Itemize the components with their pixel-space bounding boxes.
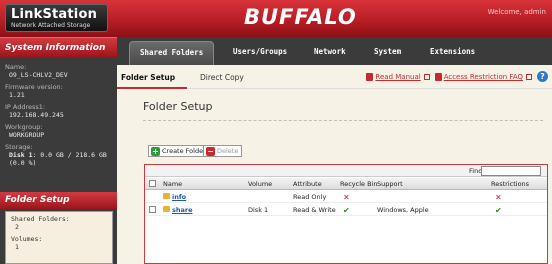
folder-attribute: Read & Write: [293, 206, 336, 214]
col-support[interactable]: Support: [377, 180, 403, 188]
external-link-icon: [423, 73, 430, 80]
system-info-panel: Name: O9_LS-CHLV2_DEV Firmware version: …: [0, 57, 117, 169]
find-bar: Find: [145, 165, 547, 177]
pdf-icon: [366, 72, 374, 81]
col-restrictions[interactable]: Restrictions: [491, 180, 529, 188]
sidebar: System Information Name: O9_LS-CHLV2_DEV…: [0, 37, 117, 264]
folder-volume: Disk 1: [248, 206, 269, 214]
storage-disk: Disk 1: [9, 151, 33, 159]
firmware-value: 1.21: [9, 91, 25, 99]
shared-folders-label: Shared Folders:: [11, 215, 70, 223]
delete-label: Delete: [217, 147, 239, 155]
ip-value: 192.168.49.245: [9, 111, 64, 119]
main-content: Folder Setup Direct Copy Read Manual Acc…: [117, 65, 552, 264]
col-recycle-bin[interactable]: Recycle Bin: [340, 180, 377, 188]
access-faq-link[interactable]: Access Restriction FAQ: [444, 73, 523, 81]
name-value: O9_LS-CHLV2_DEV: [9, 71, 68, 79]
create-folder-button[interactable]: + Create Folder: [148, 145, 210, 157]
volumes-label: Volumes:: [11, 235, 43, 243]
folder-setup-heading: Folder Setup: [0, 192, 117, 209]
shared-folders-value: 2: [15, 223, 19, 231]
storage-label: Storage:: [5, 143, 33, 151]
nav-extensions[interactable]: Extensions: [430, 47, 475, 56]
logo-sub-text: Network Attached Storage: [11, 22, 91, 29]
col-volume[interactable]: Volume: [248, 180, 272, 188]
select-all-checkbox[interactable]: [149, 180, 156, 187]
cross-icon: ✕: [495, 193, 502, 202]
nav-network[interactable]: Network: [314, 47, 346, 56]
welcome-text: Welcome, admin: [487, 8, 546, 16]
folder-icon: [163, 206, 170, 212]
table-row[interactable]: share Disk 1 Read & Write ✔ Windows, App…: [145, 204, 547, 216]
row-checkbox[interactable]: [149, 206, 156, 213]
nav-system[interactable]: System: [374, 47, 401, 56]
system-info-heading: System Information: [0, 37, 117, 57]
folder-support: Windows, Apple: [377, 206, 429, 214]
buffalo-brand: BUFFALO: [244, 5, 357, 29]
folder-name-link[interactable]: info: [172, 193, 186, 201]
check-icon: ✔: [343, 206, 350, 215]
logo-main-text: LinkStation: [11, 7, 98, 22]
active-tab-underline: [117, 87, 187, 89]
volumes-value: 1: [15, 243, 19, 251]
nav-shared-folders[interactable]: Shared Folders: [129, 41, 215, 65]
page-title: Folder Setup: [143, 100, 213, 113]
col-attribute[interactable]: Attribute: [293, 180, 322, 188]
help-icon[interactable]: ?: [537, 71, 548, 82]
sub-nav: Folder Setup Direct Copy Read Manual Acc…: [117, 65, 552, 89]
plus-icon: +: [151, 147, 160, 156]
nav-users-groups[interactable]: Users/Groups: [233, 47, 287, 56]
firmware-label: Firmware version:: [5, 83, 63, 91]
folder-icon: [163, 193, 170, 199]
shared-folders-table: Find Name Volume Attribute Recycle Bin S…: [144, 164, 548, 264]
col-name[interactable]: Name: [163, 180, 182, 188]
workgroup-value: WORKGROUP: [9, 131, 45, 139]
check-icon: ✔: [495, 206, 502, 215]
cross-icon: ✕: [343, 193, 350, 202]
folder-summary-box: Shared Folders: 2 Volumes: 1: [5, 211, 113, 264]
linkstation-logo: LinkStation Network Attached Storage: [5, 4, 108, 32]
find-input[interactable]: [481, 166, 541, 176]
folder-attribute: Read Only: [293, 193, 327, 201]
table-row[interactable]: info Read Only ✕ ✕: [145, 191, 547, 203]
table-header: Name Volume Attribute Recycle Bin Suppor…: [145, 178, 547, 190]
name-label: Name:: [5, 63, 27, 71]
storage-value: Disk 1: 0.0 GB / 218.6 GB: [5, 151, 112, 159]
help-links: Read Manual Access Restriction FAQ ?: [364, 71, 548, 82]
minus-icon: −: [206, 147, 215, 156]
external-link-icon: [526, 73, 532, 80]
tab-direct-copy[interactable]: Direct Copy: [200, 73, 244, 82]
read-manual-link[interactable]: Read Manual: [375, 73, 420, 81]
folder-name-link[interactable]: share: [172, 206, 193, 214]
storage-percent: (0.0 %): [9, 159, 37, 167]
top-header: LinkStation Network Attached Storage BUF…: [0, 0, 552, 37]
title-divider: [143, 120, 543, 121]
ip-label: IP Address1:: [5, 103, 46, 111]
tab-folder-setup[interactable]: Folder Setup: [121, 73, 175, 82]
pdf-icon: [434, 72, 442, 81]
create-folder-label: Create Folder: [162, 147, 206, 155]
main-nav: Shared Folders Users/Groups Network Syst…: [117, 37, 552, 65]
storage-usage: : 0.0 GB / 218.6 GB: [32, 151, 107, 159]
delete-button[interactable]: − Delete: [203, 145, 243, 157]
workgroup-label: Workgroup:: [5, 123, 43, 131]
